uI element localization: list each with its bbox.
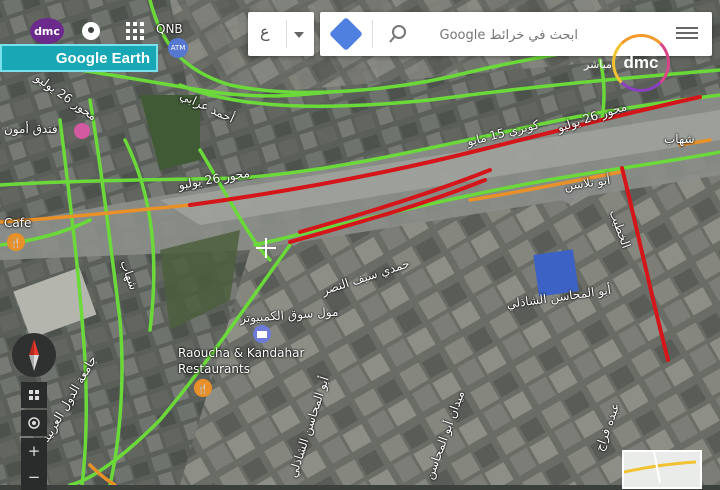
language-selector[interactable]: ع [248,12,314,56]
place-label-restaurant-line1[interactable]: Raoucha & Kandahar [178,346,304,360]
hamburger-menu-icon[interactable] [676,24,698,44]
zoom-out-button[interactable]: − [21,464,47,490]
language-divider [286,20,287,48]
place-label-cafe[interactable]: Cafe [4,216,31,230]
atm-label: QNB [156,22,183,36]
live-label: مباشر [584,58,612,71]
search-icon[interactable] [388,24,408,44]
street-label-shehab-2: شهاب [664,132,695,146]
tilt-toggle-icon[interactable] [21,382,47,408]
search-input[interactable] [416,24,580,46]
mall-marker-icon[interactable] [253,325,271,343]
chevron-down-icon[interactable] [294,32,304,38]
mini-map-thumbnail[interactable] [622,450,702,489]
language-label: ع [260,22,270,41]
search-divider [372,20,373,48]
hotel-marker-icon[interactable] [74,123,90,139]
channel-logo: dmc [30,18,64,44]
dmc-watermark-logo: dmc [612,34,670,92]
restaurant-marker-icon[interactable]: 🍴 [194,379,212,397]
google-earth-badge[interactable]: Google Earth [0,44,158,72]
atm-marker-icon[interactable]: ATM [168,38,188,58]
location-pin-icon[interactable] [80,20,102,42]
my-location-icon[interactable] [21,410,47,436]
directions-icon[interactable] [329,17,363,51]
place-label-restaurant-line2[interactable]: Restaurants [178,362,250,376]
compass-icon[interactable] [12,333,56,377]
svg-text:🍴: 🍴 [10,237,21,249]
cafe-marker-icon[interactable]: 🍴 [7,233,25,251]
zoom-in-button[interactable]: + [21,438,47,464]
place-label-hotel[interactable]: فندق أمون [4,122,58,136]
apps-grid-icon[interactable] [124,20,146,42]
svg-text:🍴: 🍴 [197,383,208,395]
